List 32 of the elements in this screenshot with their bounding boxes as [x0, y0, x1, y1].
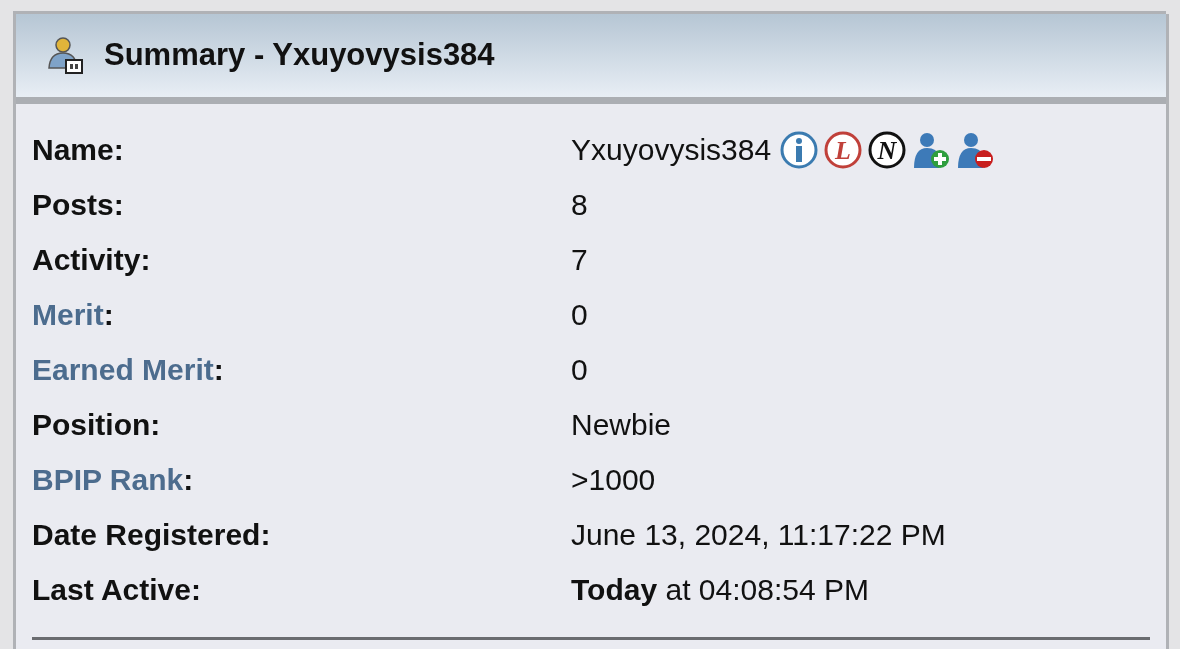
- field-value: >1000: [571, 462, 656, 498]
- field-label-link[interactable]: BPIP Rank: [32, 457, 184, 502]
- label-colon: :: [113, 132, 124, 168]
- field-label: Name: [32, 132, 114, 168]
- label-colon: :: [103, 297, 114, 333]
- label-colon: :: [140, 242, 151, 278]
- info-icon[interactable]: [779, 129, 820, 170]
- letter-badge-icon[interactable]: N: [867, 129, 908, 170]
- letter-badge-icon[interactable]: L: [823, 129, 864, 170]
- field-value: 0: [571, 297, 588, 333]
- field-value: Newbie: [571, 407, 672, 443]
- field-value: Yxuyovysis384: [571, 132, 772, 168]
- field-value: Today at 04:08:54 PM: [571, 572, 869, 608]
- field-value: 0: [571, 352, 588, 388]
- field-label: Position: [32, 407, 151, 443]
- label-colon: :: [150, 407, 161, 443]
- label-colon: :: [113, 187, 124, 223]
- label-colon: :: [183, 462, 194, 498]
- label-colon: :: [213, 352, 224, 388]
- panel-title: Summary - Yxuyovysis384: [104, 36, 495, 75]
- field-value: 7: [571, 242, 588, 278]
- field-label: Last Active: [32, 572, 191, 608]
- field-label-link[interactable]: Merit: [32, 292, 104, 337]
- user-card-icon: [46, 35, 86, 76]
- field-label-link[interactable]: Earned Merit: [32, 347, 214, 392]
- field-label: Activity: [32, 242, 141, 278]
- label-colon: :: [260, 517, 271, 553]
- label-colon: :: [190, 572, 201, 608]
- field-label: Date Registered: [32, 517, 261, 553]
- field-label: Posts: [32, 187, 114, 223]
- field-value: 8: [571, 187, 588, 223]
- field-value: June 13, 2024, 11:17:22 PM: [571, 517, 946, 553]
